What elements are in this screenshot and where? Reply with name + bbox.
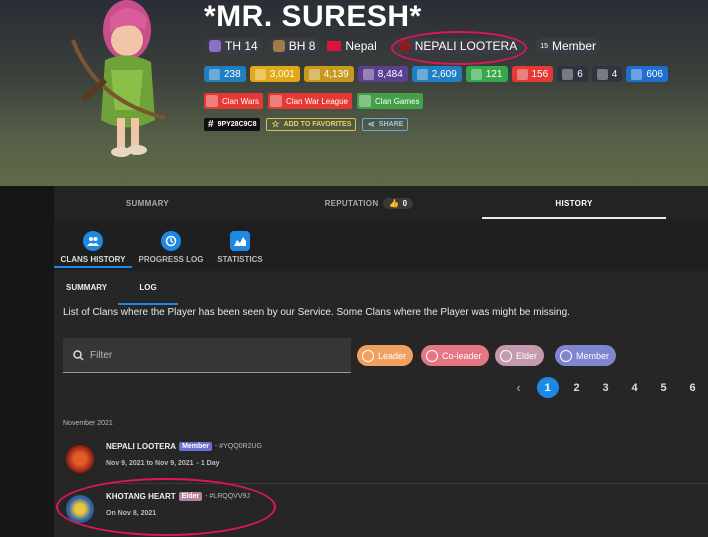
check-icon xyxy=(560,349,572,362)
achievement-icon xyxy=(359,95,372,107)
townhall-icon xyxy=(209,40,221,52)
subtab-clans-history[interactable]: CLANS HISTORY xyxy=(54,220,132,268)
tab-history[interactable]: HISTORY xyxy=(482,186,666,220)
shield-icon xyxy=(596,68,608,80)
tab-history-underline xyxy=(482,217,666,219)
player-avatar xyxy=(71,0,166,157)
role-filter-leader[interactable]: Leader xyxy=(357,345,414,366)
clan-badge-icon xyxy=(66,445,94,473)
stat-chip: 156 xyxy=(511,66,554,82)
xp-icon xyxy=(209,68,220,80)
page-5-button[interactable]: 5 xyxy=(649,377,678,398)
share-button[interactable]: ⋖ SHARE xyxy=(362,118,409,131)
history-description: List of Clans where the Player has been … xyxy=(63,307,570,318)
builderhall-chip: BH 8 xyxy=(267,38,321,54)
progress-icon xyxy=(161,231,181,251)
segment-log-underline xyxy=(118,303,178,305)
tab-summary[interactable]: SUMMARY xyxy=(54,186,241,220)
player-tag[interactable]: # 9PY28C9C8 xyxy=(204,118,261,131)
townhall-chip: TH 14 xyxy=(204,38,263,54)
player-name: *MR. SURESH* xyxy=(204,0,422,33)
achievement-tag: Clan Games xyxy=(357,93,424,109)
achievement-tag: Clan Wars xyxy=(204,93,264,109)
month-header: November 2021 xyxy=(63,420,113,427)
stat-chip: 238 xyxy=(204,66,246,82)
segment-summary[interactable]: SUMMARY xyxy=(66,272,107,303)
add-favorites-button[interactable]: ☆ ADD TO FAVORITES xyxy=(266,118,357,131)
segment-log[interactable]: LOG xyxy=(118,272,178,303)
achievement-tag: Clan War League xyxy=(268,93,353,109)
group-icon xyxy=(83,231,103,251)
check-icon xyxy=(500,349,512,362)
page-4-button[interactable]: 4 xyxy=(620,377,649,398)
builder-trophy-icon xyxy=(362,68,374,80)
achievements-row: Clan Wars Clan War League Clan Games xyxy=(204,93,424,109)
attack-icon xyxy=(631,68,643,80)
trophy-icon xyxy=(308,68,320,80)
subtab-statistics[interactable]: STATISTICS xyxy=(210,220,270,268)
country-chip: Nepal xyxy=(325,38,378,54)
role-filter-member[interactable]: Member xyxy=(555,345,617,366)
check-icon xyxy=(426,349,438,362)
prev-page-button[interactable]: ‹ xyxy=(504,377,533,398)
highlight-annotation xyxy=(56,478,276,536)
star-icon: ☆ xyxy=(271,119,280,129)
page-1-button[interactable]: 1 xyxy=(533,377,562,398)
clan-tag: - #YQQ0R2UG xyxy=(214,443,262,450)
role-badge: Member xyxy=(179,442,212,451)
highlight-annotation xyxy=(391,31,527,65)
clan-role-chip: 15 Member xyxy=(535,38,602,54)
history-entry[interactable]: NEPALI LOOTERA Member - #YQQ0R2UG Nov 9, 20… xyxy=(54,439,708,479)
arrow-down-icon xyxy=(516,68,528,80)
hash-icon: # xyxy=(208,119,214,130)
stat-chip: 606 xyxy=(626,66,668,82)
stat-chip: 2,609 xyxy=(411,66,462,82)
clan-name: NEPALI LOOTERA xyxy=(106,442,177,451)
pagination: ‹ 123456 xyxy=(504,377,707,398)
share-icon: ⋖ xyxy=(367,119,375,129)
achievement-icon xyxy=(206,95,218,107)
arrow-up-icon xyxy=(470,68,482,80)
role-filter-co-leader[interactable]: Co-leader xyxy=(421,345,489,366)
swords-icon xyxy=(562,68,574,80)
subtab-underline xyxy=(54,266,132,268)
stat-chip: 6 xyxy=(557,66,588,82)
thumbs-up-icon: 👍 xyxy=(389,198,400,208)
role-filter-elder[interactable]: Elder xyxy=(495,345,545,366)
page-6-button[interactable]: 6 xyxy=(678,377,707,398)
star-icon xyxy=(254,68,266,80)
page-3-button[interactable]: 3 xyxy=(591,377,620,398)
search-icon xyxy=(73,349,84,361)
achievement-icon xyxy=(270,95,283,107)
history-subtabs: CLANS HISTORY PROGRESS LOG STATISTICS xyxy=(54,220,708,270)
stat-chip: 3,001 xyxy=(249,66,300,82)
nepal-flag-icon xyxy=(327,41,342,51)
best-trophy-icon xyxy=(416,68,428,80)
membership-duration: - 1 Day xyxy=(196,460,220,467)
reputation-count: 👍 0 xyxy=(383,197,414,209)
stat-chip: 8,484 xyxy=(357,66,408,82)
actions-row: # 9PY28C9C8 ☆ ADD TO FAVORITES ⋖ SHARE xyxy=(204,118,409,131)
page-2-button[interactable]: 2 xyxy=(562,377,591,398)
stat-chip: 4 xyxy=(591,66,623,82)
stat-chip: 121 xyxy=(465,66,508,82)
filter-input[interactable]: Filter xyxy=(63,338,351,373)
tab-reputation[interactable]: REPUTATION 👍 0 xyxy=(274,186,464,220)
stat-chip: 4,139 xyxy=(303,66,354,82)
stats-row: 238 3,001 4,139 8,484 2,609 121 156 6 4 606 xyxy=(204,66,668,82)
check-icon xyxy=(362,349,374,362)
builderhall-icon xyxy=(272,40,285,52)
chart-icon xyxy=(230,231,250,251)
subtab-progress-log[interactable]: PROGRESS LOG xyxy=(136,220,206,268)
membership-dates: Nov 9, 2021 to Nov 9, 2021 xyxy=(106,460,194,467)
